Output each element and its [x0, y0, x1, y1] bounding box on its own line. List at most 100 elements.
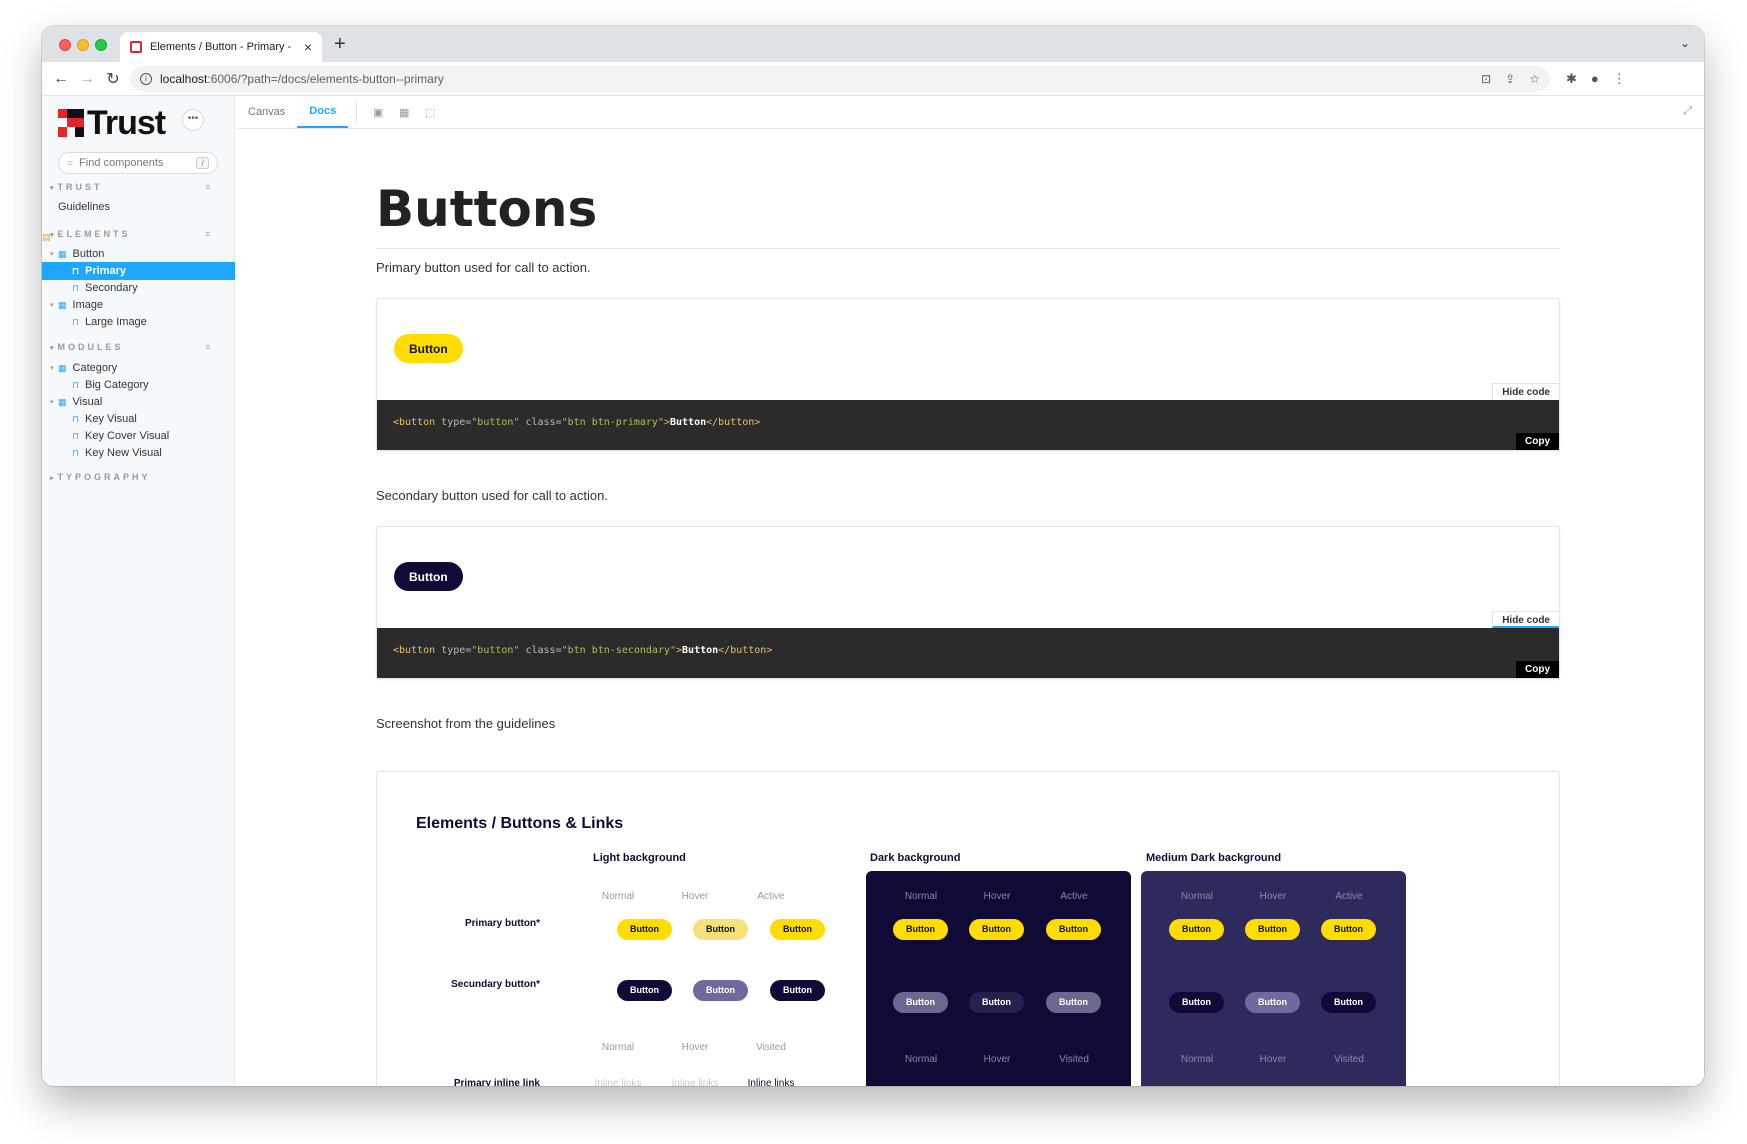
component-icon: ▦	[58, 299, 67, 310]
sidebar-item-category[interactable]: ▾ ▦ Category	[42, 359, 235, 377]
chevron-down-icon: ▾	[50, 399, 54, 406]
browser-tab-title: Elements / Button - Primary -	[150, 41, 292, 53]
docs-page: Buttons Primary button used for call to …	[236, 130, 1704, 1086]
search-icon: ○	[67, 157, 74, 169]
share-icon[interactable]: ⇪	[1505, 72, 1515, 86]
state-label: Hover	[681, 1042, 709, 1053]
grid-icon[interactable]: ▦	[391, 96, 417, 128]
guide-button: Button	[1169, 919, 1224, 940]
primary-demo-button[interactable]: Button	[394, 334, 463, 363]
collapse-section-icon[interactable]: ⌅	[204, 181, 212, 192]
storybook-sidebar: Trust ••• ○ Find components / ▾ TRUST ⌅ ▤…	[42, 96, 235, 1086]
tab-search-chevron-icon[interactable]: ⌄	[1680, 36, 1690, 50]
bookmark-icon: ⊓	[72, 447, 80, 458]
outline-icon[interactable]: ⬚	[417, 96, 443, 128]
browser-tab[interactable]: Elements / Button - Primary - ×	[120, 32, 322, 62]
chevron-down-icon: ▾	[50, 365, 54, 372]
chevron-down-icon: ▾	[50, 345, 54, 352]
sidebar-item-key-new-visual[interactable]: ⊓ Key New Visual	[42, 444, 235, 462]
sidebar-item-key-cover-visual[interactable]: ⊓ Key Cover Visual	[42, 427, 235, 445]
trust-logo[interactable]: Trust	[58, 106, 166, 140]
copy-button[interactable]: Copy	[1516, 433, 1559, 450]
sidebar-item-secondary[interactable]: ⊓ Secondary	[42, 279, 235, 297]
tab-canvas[interactable]: Canvas	[236, 96, 297, 128]
component-icon: ▦	[58, 396, 67, 407]
code-block: <button type="button" class="btn btn-pri…	[377, 400, 1559, 450]
browser-toolbar: ← → ↻ i localhost:6006/?path=/docs/eleme…	[42, 62, 1704, 96]
site-info-icon[interactable]: i	[140, 72, 152, 85]
section-trust[interactable]: ▾ TRUST	[50, 182, 103, 192]
extensions-icon[interactable]: ✱	[1566, 71, 1577, 87]
bookmark-icon: ⊓	[72, 413, 80, 424]
secondary-description: Secondary button used for call to action…	[376, 488, 608, 503]
browser-menu-icon[interactable]: ⋮	[1613, 71, 1626, 87]
section-modules[interactable]: ▾ MODULES	[50, 342, 124, 352]
collapse-section-icon[interactable]: ⌅	[204, 341, 212, 352]
light-background-heading: Light background	[593, 852, 686, 864]
bookmark-icon: ⊓	[72, 430, 80, 441]
close-tab-icon[interactable]: ×	[304, 39, 312, 55]
browser-window: Elements / Button - Primary - × + ⌄ ← → …	[42, 26, 1704, 1086]
url-host: localhost	[160, 71, 208, 86]
state-label: Active	[757, 891, 785, 902]
bookmark-icon: ⊓	[72, 282, 80, 293]
inline-link-sample: Inline links	[671, 1078, 719, 1086]
sidebar-item-button[interactable]: ▾ ▦ Button	[42, 245, 235, 263]
state-label: Hover	[983, 1054, 1011, 1065]
sidebar-item-large-image[interactable]: ⊓ Large Image	[42, 313, 235, 331]
hide-code-button[interactable]: Hide code	[1492, 611, 1559, 628]
guide-button: Button	[617, 919, 672, 940]
sidebar-item-key-visual[interactable]: ⊓ Key Visual	[42, 410, 235, 428]
guide-button: Button	[1046, 992, 1101, 1013]
state-label: Active	[1060, 891, 1088, 902]
chevron-down-icon: ▾	[50, 185, 54, 192]
primary-description: Primary button used for call to action.	[376, 260, 591, 275]
state-label: Normal	[904, 1054, 938, 1065]
tab-docs[interactable]: Docs	[297, 96, 349, 128]
sidebar-item-visual[interactable]: ▾ ▦ Visual	[42, 393, 235, 411]
copy-button[interactable]: Copy	[1516, 661, 1559, 678]
search-input[interactable]: ○ Find components /	[58, 152, 218, 174]
search-placeholder: Find components	[79, 157, 164, 169]
fullscreen-icon[interactable]: ⤢	[1683, 105, 1692, 118]
section-elements[interactable]: ▾ ELEMENTS	[50, 229, 131, 239]
back-arrow-icon[interactable]: ←	[48, 70, 74, 88]
bookmark-star-icon[interactable]: ☆	[1529, 72, 1540, 86]
page-title: Buttons	[376, 180, 598, 238]
image-background-icon[interactable]: ▣	[365, 96, 391, 128]
collapse-section-icon[interactable]: ⌅	[204, 228, 212, 239]
section-typography[interactable]: ▸ TYPOGRAPHY	[50, 472, 151, 482]
sidebar-item-primary[interactable]: ⊓ Primary	[42, 262, 235, 280]
sidebar-item-big-category[interactable]: ⊓ Big Category	[42, 376, 235, 394]
sidebar-item-image[interactable]: ▾ ▦ Image	[42, 296, 235, 314]
trust-logo-mark-icon	[58, 109, 84, 137]
secondary-demo-button[interactable]: Button	[394, 562, 463, 591]
profile-icon[interactable]: ●	[1591, 71, 1599, 87]
new-tab-button[interactable]: +	[334, 32, 346, 56]
guide-button: Button	[617, 980, 672, 1001]
translate-icon[interactable]: ⊡	[1481, 72, 1491, 86]
minimize-window-button[interactable]	[77, 39, 89, 51]
address-bar[interactable]: i localhost:6006/?path=/docs/elements-bu…	[130, 65, 1550, 92]
guide-button: Button	[693, 919, 748, 940]
guide-button: Button	[1321, 992, 1376, 1013]
guide-button: Button	[1169, 992, 1224, 1013]
forward-arrow-icon[interactable]: →	[74, 70, 100, 88]
guide-button: Button	[1245, 992, 1300, 1013]
zoom-window-button[interactable]	[95, 39, 107, 51]
secondary-button-row-label: Secundary button*	[451, 979, 540, 990]
guide-button: Button	[893, 992, 948, 1013]
state-label: Hover	[983, 891, 1011, 902]
reload-icon[interactable]: ↻	[100, 69, 126, 89]
sidebar-item-guidelines[interactable]: ▤ Guidelines	[42, 198, 235, 242]
state-label: Active	[1335, 891, 1363, 902]
dark-background-panel: Normal Hover Active Button Button Button…	[866, 871, 1131, 1086]
search-shortcut-badge: /	[196, 157, 209, 169]
close-window-button[interactable]	[59, 39, 71, 51]
bookmark-icon: ⊓	[72, 316, 80, 327]
state-label: Normal	[601, 891, 635, 902]
inline-link-sample: Inline links	[747, 1078, 795, 1086]
hide-code-button[interactable]: Hide code	[1492, 383, 1559, 400]
storybook-menu-button[interactable]: •••	[182, 109, 204, 131]
storybook-favicon-icon	[130, 41, 142, 53]
